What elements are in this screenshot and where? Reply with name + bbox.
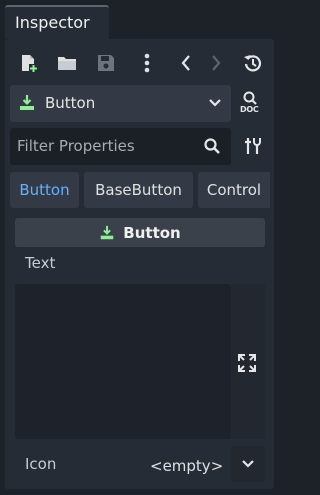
button-node-icon (20, 95, 34, 110)
chevron-right-icon (212, 55, 221, 71)
object-selector[interactable]: Button (10, 85, 231, 122)
save-resource-button[interactable] (93, 50, 119, 76)
class-tab-control-label: Control (206, 181, 262, 199)
history-back-button[interactable] (176, 50, 196, 76)
save-icon (98, 55, 114, 71)
section-header-title: Button (123, 223, 181, 242)
icon-property-value: <empty> (150, 457, 224, 475)
search-icon (204, 138, 220, 154)
icon-property-picker[interactable]: <empty> (140, 446, 231, 482)
button-node-icon (101, 225, 114, 239)
search-docs-icon (243, 91, 257, 105)
inspector-tab-label: Inspector (15, 13, 90, 32)
chevron-down-icon (209, 99, 221, 107)
filter-properties-field[interactable]: Filter Properties (10, 128, 231, 165)
file-plus-icon (22, 55, 38, 73)
class-tab-control[interactable]: Control (198, 172, 270, 208)
chevron-left-icon (181, 55, 190, 71)
class-tab-button-label: Button (19, 181, 70, 199)
filter-properties-placeholder: Filter Properties (17, 137, 135, 155)
text-property-editor[interactable] (15, 284, 231, 439)
expand-icon (238, 354, 256, 372)
chevron-down-icon (242, 460, 254, 468)
class-tab-basebutton[interactable]: BaseButton (84, 172, 193, 208)
class-tab-basebutton-label: BaseButton (95, 181, 182, 199)
history-forward-button[interactable] (206, 50, 226, 76)
object-history-button[interactable] (240, 50, 266, 76)
property-tools-button[interactable] (240, 133, 266, 159)
section-header[interactable]: Button (15, 218, 265, 247)
history-icon (244, 55, 262, 72)
open-resource-button[interactable] (54, 50, 80, 76)
vertical-dots-icon (144, 53, 150, 73)
icon-property-label: Icon (25, 455, 57, 473)
inspector-tab[interactable]: Inspector (5, 5, 109, 39)
new-resource-button[interactable] (15, 50, 41, 76)
more-options-button[interactable] (135, 50, 159, 76)
expand-text-editor-button[interactable] (235, 351, 259, 375)
docs-label: DOC (240, 105, 259, 114)
class-tab-button[interactable]: Button (10, 172, 79, 208)
folder-icon (58, 57, 76, 70)
tools-icon (245, 138, 261, 154)
open-docs-button[interactable]: DOC (237, 89, 267, 119)
text-property-label: Text (25, 254, 56, 272)
icon-property-dropdown-button[interactable] (231, 446, 265, 482)
inspector-dock: Inspector Button DOC Filter Properties B… (0, 0, 279, 495)
object-selector-label: Button (45, 94, 96, 112)
